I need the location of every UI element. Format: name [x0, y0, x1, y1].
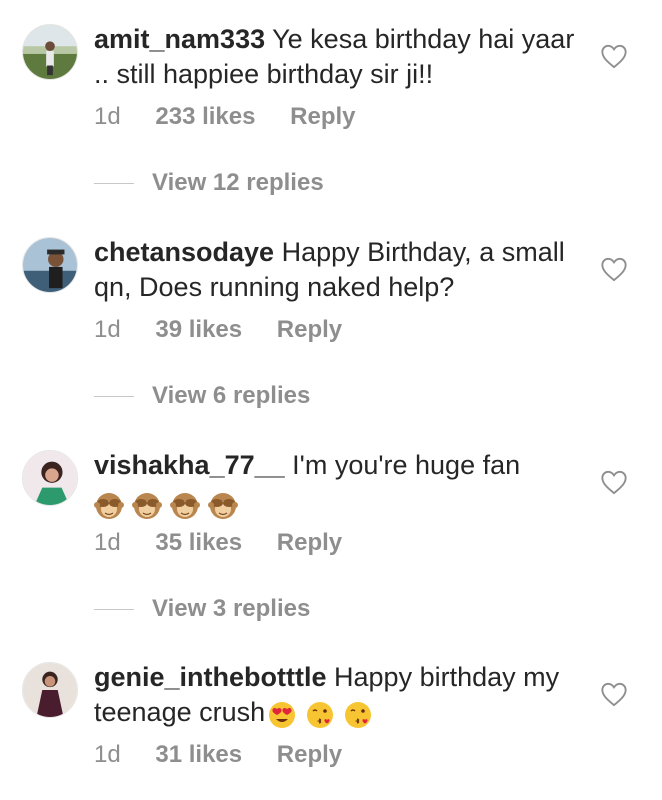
- comment-age: 1d: [94, 316, 121, 343]
- heart-outline-icon[interactable]: [600, 256, 628, 282]
- comment-username[interactable]: chetansodaye: [94, 237, 274, 267]
- comment-username[interactable]: genie_inthebotttle: [94, 662, 327, 692]
- kissing-face-icon: [305, 700, 335, 730]
- emoji-row: [94, 487, 594, 521]
- avatar-photo: [23, 25, 77, 79]
- comment-age: 1d: [94, 103, 121, 130]
- see-no-evil-monkey-icon: [132, 491, 162, 521]
- avatar-photo: [23, 663, 77, 717]
- reply-button[interactable]: Reply: [290, 103, 355, 130]
- divider-line: [94, 183, 134, 185]
- comment-username[interactable]: vishakha_77__: [94, 450, 285, 480]
- avatar[interactable]: [22, 450, 78, 506]
- view-replies-button[interactable]: View 6 replies: [94, 382, 310, 410]
- comment-meta: 1d 31 likes Reply: [94, 741, 370, 769]
- heart-eyes-face-icon: [267, 700, 297, 730]
- reply-button[interactable]: Reply: [277, 316, 342, 343]
- comment-meta: 1d 233 likes Reply: [94, 103, 384, 131]
- divider-line: [94, 609, 134, 611]
- view-replies-button[interactable]: View 12 replies: [94, 169, 324, 197]
- comment-text: amit_nam333 Ye kesa birthday hai yaar ..…: [94, 22, 594, 92]
- comment-text: genie_inthebotttle Happy birthday my tee…: [94, 660, 594, 731]
- heart-outline-icon[interactable]: [600, 43, 628, 69]
- avatar[interactable]: [22, 24, 78, 80]
- comment-age: 1d: [94, 741, 121, 768]
- comment-text: vishakha_77__ I'm you're huge fan: [94, 448, 594, 521]
- see-no-evil-monkey-icon: [208, 491, 238, 521]
- comment-age: 1d: [94, 529, 121, 556]
- avatar-photo: [23, 451, 77, 505]
- heart-outline-icon[interactable]: [600, 681, 628, 707]
- comment-username[interactable]: amit_nam333: [94, 24, 265, 54]
- heart-outline-icon[interactable]: [600, 469, 628, 495]
- comment-text: chetansodaye Happy Birthday, a small qn,…: [94, 235, 594, 305]
- see-no-evil-monkey-icon: [94, 491, 124, 521]
- comment-body: I'm you're huge fan: [292, 450, 521, 480]
- likes-count[interactable]: 233 likes: [155, 103, 255, 130]
- emoji-row: [265, 696, 381, 731]
- reply-button[interactable]: Reply: [277, 741, 342, 768]
- kissing-face-icon: [343, 700, 373, 730]
- avatar[interactable]: [22, 662, 78, 718]
- comment-meta: 1d 35 likes Reply: [94, 529, 370, 557]
- view-replies-label: View 12 replies: [152, 169, 324, 196]
- comment-meta: 1d 39 likes Reply: [94, 316, 370, 344]
- view-replies-button[interactable]: View 3 replies: [94, 595, 310, 623]
- avatar[interactable]: [22, 237, 78, 293]
- divider-line: [94, 396, 134, 398]
- likes-count[interactable]: 39 likes: [155, 316, 242, 343]
- avatar-photo: [23, 238, 77, 292]
- reply-button[interactable]: Reply: [277, 529, 342, 556]
- likes-count[interactable]: 31 likes: [155, 741, 242, 768]
- see-no-evil-monkey-icon: [170, 491, 200, 521]
- likes-count[interactable]: 35 likes: [155, 529, 242, 556]
- view-replies-label: View 6 replies: [152, 382, 311, 409]
- view-replies-label: View 3 replies: [152, 595, 311, 622]
